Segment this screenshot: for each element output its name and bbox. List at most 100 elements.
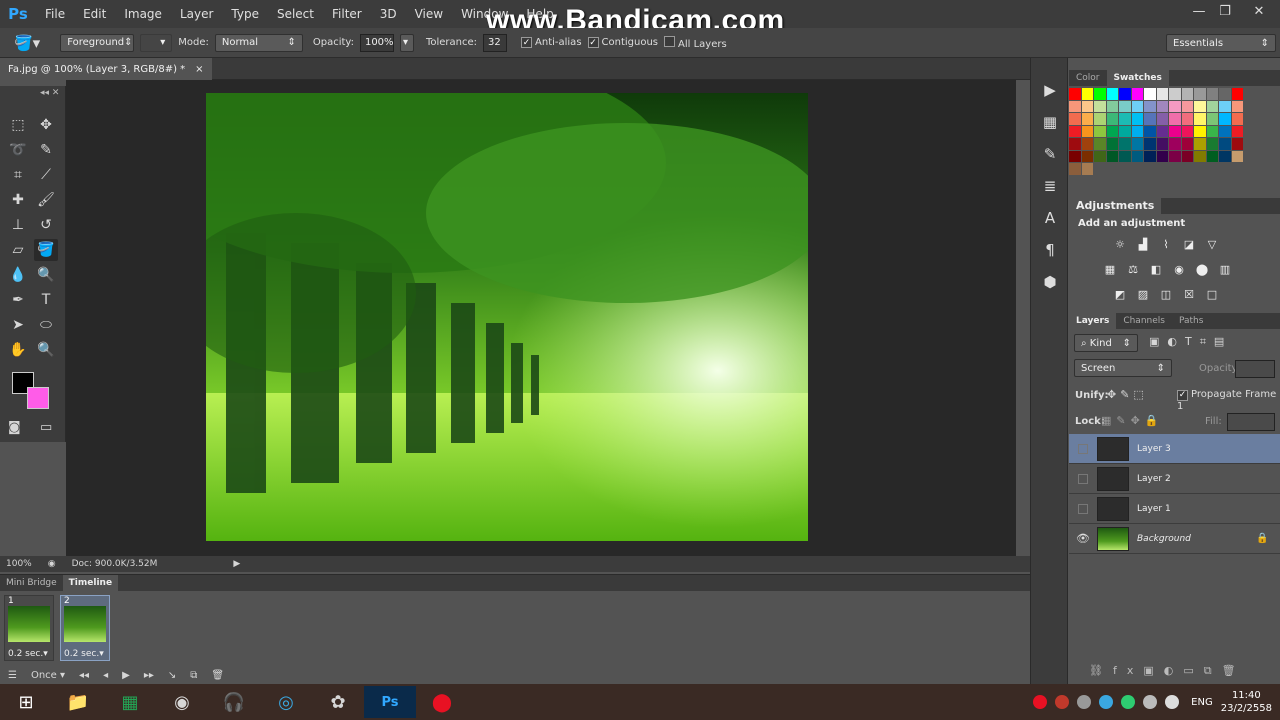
layer-opacity-input[interactable] xyxy=(1235,360,1275,378)
hue-sat-icon[interactable]: ▦ xyxy=(1101,262,1119,276)
all-layers-checkbox[interactable]: All Layers xyxy=(664,35,727,50)
unify-icons[interactable]: ✥✎⬚ xyxy=(1107,388,1148,401)
marquee-tool-icon[interactable]: ⬚ xyxy=(6,114,30,136)
color-swatch[interactable] xyxy=(1119,88,1131,100)
timeline-frame-1[interactable]: 1 0.2 sec.▾ xyxy=(4,595,54,661)
close-document-icon[interactable]: × xyxy=(195,64,203,75)
color-swatch[interactable] xyxy=(1131,125,1143,137)
color-swatch[interactable] xyxy=(1156,100,1168,112)
color-swatch[interactable] xyxy=(1206,88,1218,100)
color-swatch[interactable] xyxy=(1194,113,1206,125)
color-swatch[interactable] xyxy=(1144,88,1156,100)
prev-frame-icon[interactable]: ◂ xyxy=(103,670,108,681)
menu-type[interactable]: Type xyxy=(222,0,268,28)
color-swatch[interactable] xyxy=(1219,125,1231,137)
restore-button[interactable]: ❐ xyxy=(1214,3,1236,21)
play-panel-icon[interactable]: ▶ xyxy=(1031,74,1069,106)
tray-icon[interactable] xyxy=(1121,695,1136,709)
color-swatch[interactable] xyxy=(1119,113,1131,125)
tab-color[interactable]: Color xyxy=(1069,70,1107,86)
tolerance-input[interactable]: 32 xyxy=(483,33,508,52)
color-lookup-icon[interactable]: ▥ xyxy=(1216,262,1234,276)
timeline-frame-2[interactable]: 2 0.2 sec.▾ xyxy=(60,595,110,661)
tab-timeline[interactable]: Timeline xyxy=(62,575,119,591)
layer-row-1[interactable]: Layer 1 xyxy=(1069,494,1280,524)
color-swatch[interactable] xyxy=(1069,138,1081,150)
color-swatch[interactable] xyxy=(1131,150,1143,162)
color-swatch[interactable] xyxy=(1069,125,1081,137)
color-swatch[interactable] xyxy=(1219,113,1231,125)
opacity-dropdown[interactable]: ▾ xyxy=(399,33,414,52)
color-swatch[interactable] xyxy=(1106,125,1118,137)
windows-start-icon[interactable]: ⊞ xyxy=(0,686,52,718)
color-swatch[interactable] xyxy=(1206,125,1218,137)
history-brush-icon[interactable]: ↺ xyxy=(34,214,58,236)
pen-tool-icon[interactable]: ✒ xyxy=(6,289,30,311)
color-swatch[interactable] xyxy=(1219,150,1231,162)
color-swatch[interactable] xyxy=(1106,150,1118,162)
color-swatch[interactable] xyxy=(1081,113,1093,125)
color-swatch[interactable] xyxy=(1181,113,1193,125)
background-color-swatch[interactable] xyxy=(27,387,49,409)
eraser-tool-icon[interactable]: ▱ xyxy=(6,239,30,261)
history-panel-icon[interactable]: ▦ xyxy=(1031,106,1069,138)
duplicate-frame-icon[interactable]: ⧉ xyxy=(190,670,197,681)
screen-mode-icon[interactable]: ▭ xyxy=(40,420,52,435)
brush-tool-icon[interactable]: 🖌 xyxy=(34,189,58,211)
layers-footer-icons[interactable]: ⛓fx▣◐▭⧉🗑 xyxy=(1089,664,1246,678)
close-window-button[interactable]: ✕ xyxy=(1248,3,1270,21)
color-swatch[interactable] xyxy=(1231,100,1243,112)
3d-panel-icon[interactable]: ⬢ xyxy=(1031,266,1069,298)
invert-icon[interactable]: ◩ xyxy=(1111,287,1129,301)
color-swatch[interactable] xyxy=(1194,100,1206,112)
hand-tool-icon[interactable]: ✋ xyxy=(6,339,30,361)
kind-filter-dropdown[interactable]: ⌕ Kind ⇕ xyxy=(1074,334,1138,352)
color-swatch[interactable] xyxy=(1156,138,1168,150)
menu-3d[interactable]: 3D xyxy=(371,0,406,28)
menu-select[interactable]: Select xyxy=(268,0,323,28)
posterize-icon[interactable]: ▨ xyxy=(1134,287,1152,301)
color-swatch[interactable] xyxy=(1206,150,1218,162)
curves-icon[interactable]: ⌇ xyxy=(1157,237,1175,251)
volume-icon[interactable] xyxy=(1165,695,1180,709)
color-swatch[interactable] xyxy=(1194,88,1206,100)
color-swatch[interactable] xyxy=(1169,138,1181,150)
paint-bucket-tool-icon[interactable]: 🪣 xyxy=(34,239,58,261)
workspace-dropdown[interactable]: Essentials ⇕ xyxy=(1166,34,1276,52)
color-swatch[interactable] xyxy=(1181,125,1193,137)
next-frame-icon[interactable]: ▸▸ xyxy=(144,670,154,681)
menu-filter[interactable]: Filter xyxy=(323,0,371,28)
minimize-button[interactable]: — xyxy=(1188,3,1210,21)
brush-panel-icon[interactable]: ✎ xyxy=(1031,138,1069,170)
play-icon[interactable]: ▶ xyxy=(122,670,130,681)
menu-layer[interactable]: Layer xyxy=(171,0,222,28)
paint-bucket-icon[interactable]: 🪣▾ xyxy=(14,34,40,52)
brightness-icon[interactable]: ☼ xyxy=(1111,237,1129,251)
tab-adjustments[interactable]: Adjustments xyxy=(1069,198,1162,214)
ellipse-tool-icon[interactable]: ⬭ xyxy=(34,314,58,336)
visibility-toggle[interactable] xyxy=(1078,473,1088,484)
levels-icon[interactable]: ▟ xyxy=(1134,237,1152,251)
zoom-level[interactable]: 100% xyxy=(6,559,32,569)
character-panel-icon[interactable]: A xyxy=(1031,202,1069,234)
bandicam-icon[interactable]: ⬤ xyxy=(416,686,468,718)
tab-channels[interactable]: Channels xyxy=(1116,313,1172,329)
color-swatch[interactable] xyxy=(1169,125,1181,137)
color-swatch[interactable] xyxy=(1069,113,1081,125)
vibrance-icon[interactable]: ▽ xyxy=(1203,237,1221,251)
type-tool-icon[interactable]: T xyxy=(34,289,58,311)
color-swatch[interactable] xyxy=(1231,125,1243,137)
channel-mixer-icon[interactable]: ⬤ xyxy=(1193,262,1211,276)
zoom-tool-icon[interactable]: 🔍 xyxy=(34,339,58,361)
battery-icon[interactable] xyxy=(1143,695,1158,709)
delete-frame-icon[interactable]: 🗑 xyxy=(211,670,224,681)
color-swatch[interactable] xyxy=(1131,113,1143,125)
color-swatch[interactable] xyxy=(1106,113,1118,125)
color-swatch[interactable] xyxy=(1081,138,1093,150)
color-swatch[interactable] xyxy=(1081,100,1093,112)
color-swatch[interactable] xyxy=(1181,100,1193,112)
color-swatch[interactable] xyxy=(1194,150,1206,162)
color-swatch[interactable] xyxy=(1144,150,1156,162)
menu-view[interactable]: View xyxy=(406,0,452,28)
color-swatch[interactable] xyxy=(1181,150,1193,162)
